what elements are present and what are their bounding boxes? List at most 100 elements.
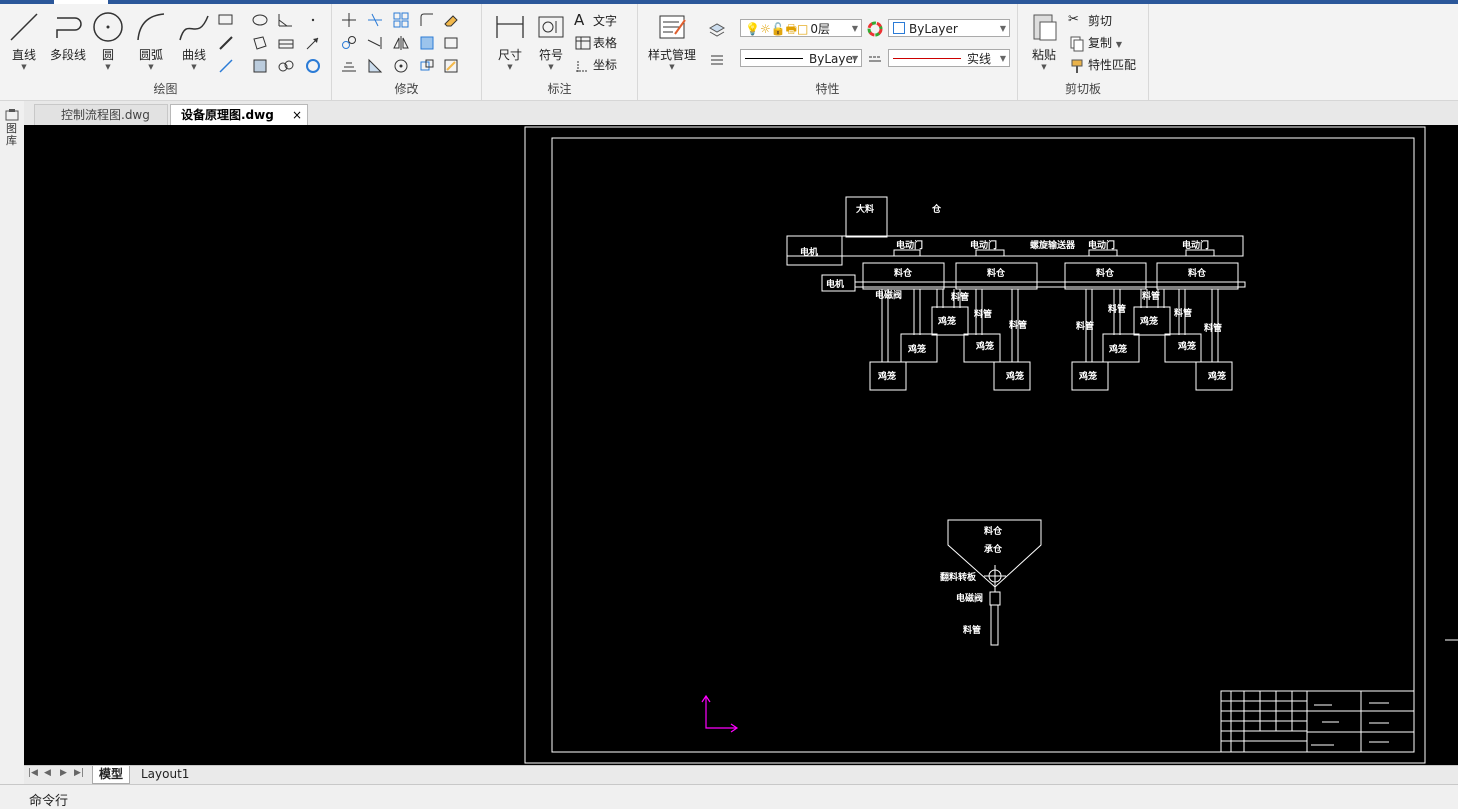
- layout-tabs: |◀ ◀ ▶ ▶| 模型 Layout1: [24, 765, 1458, 784]
- pipe4-label: 料管: [1076, 320, 1094, 332]
- motor1-label: 电机: [800, 246, 818, 258]
- red-line-sample-icon: [893, 58, 961, 59]
- array-icon[interactable]: [392, 11, 410, 29]
- rotate-icon[interactable]: [392, 57, 410, 75]
- color-dropdown[interactable]: ByLayer ▼: [888, 19, 1010, 37]
- pencil-icon[interactable]: [217, 34, 235, 52]
- lineweight-icon[interactable]: [708, 50, 726, 68]
- tab-control-flow[interactable]: 控制流程图.dwg: [34, 104, 168, 125]
- offset-icon[interactable]: [340, 57, 358, 75]
- command-line[interactable]: 命令行: [0, 784, 1458, 809]
- close-icon[interactable]: ×: [292, 105, 302, 126]
- valve1-label: 电动门: [896, 239, 923, 251]
- mirror-icon[interactable]: [392, 34, 410, 52]
- nest4-label: 鸡笼: [975, 340, 994, 352]
- polyline-button[interactable]: 多段线: [46, 10, 90, 63]
- chevron-down-icon: ▼: [148, 63, 154, 71]
- move-icon[interactable]: [340, 11, 358, 29]
- copy-button[interactable]: 复制 ▼: [1088, 34, 1122, 51]
- erase-icon[interactable]: [442, 11, 460, 29]
- ellipse-icon[interactable]: [251, 11, 269, 29]
- prev-tab-icon[interactable]: ◀: [44, 768, 51, 778]
- extend-icon[interactable]: [366, 34, 384, 52]
- top-block-label: 大料: [856, 203, 874, 215]
- drawing-frame: [551, 137, 1415, 753]
- coordinate-button[interactable]: 坐标: [593, 56, 617, 73]
- valve3-label: 电动门: [1088, 239, 1115, 251]
- table-icon[interactable]: [574, 34, 592, 52]
- chevron-down-icon: ▼: [851, 24, 858, 33]
- next-tab-icon[interactable]: ▶: [60, 768, 67, 778]
- detail-bin-label: 料仓: [984, 525, 1003, 537]
- line-sample-icon: [745, 58, 803, 59]
- chevron-down-icon: ▼: [1041, 63, 1047, 71]
- library-icon[interactable]: [5, 109, 19, 121]
- fillet-icon[interactable]: [418, 11, 436, 29]
- paste-icon: [1027, 10, 1061, 44]
- symbol-button[interactable]: 符号 ▼: [532, 10, 570, 71]
- draw-panel: 直线 ▼ 多段线 圆 ▼ 圆弧 ▼ 曲线 ▼ 绘图: [0, 4, 332, 100]
- angle-icon[interactable]: [277, 11, 295, 29]
- copy-clip-icon[interactable]: [1068, 34, 1086, 52]
- tab-equipment-schematic[interactable]: 设备原理图.dwg ×: [170, 104, 308, 125]
- rectangle-icon[interactable]: [217, 11, 235, 29]
- trim-icon[interactable]: [366, 11, 384, 29]
- wall-icon[interactable]: [277, 34, 295, 52]
- match-properties-button[interactable]: 特性匹配: [1088, 56, 1136, 73]
- arc-button[interactable]: 圆弧 ▼: [132, 10, 170, 71]
- lower-conveyor: [854, 281, 1246, 288]
- cloud-icon[interactable]: [277, 57, 295, 75]
- curve-button[interactable]: 曲线 ▼: [175, 10, 213, 71]
- detail-rotary-label: 翻料转板: [940, 571, 977, 583]
- ray-icon[interactable]: [217, 57, 235, 75]
- scale-icon[interactable]: [366, 57, 384, 75]
- edit-properties-icon[interactable]: [442, 57, 460, 75]
- hatch-icon[interactable]: [251, 57, 269, 75]
- line-button[interactable]: 直线 ▼: [6, 10, 42, 71]
- color-wheel-icon[interactable]: [866, 20, 884, 38]
- circle-icon: [91, 10, 125, 44]
- properties-panel: 样式管理 ▼ 💡☼🔓🖶□ 0层 ▼ ByLayer ▼ ByLayer ▼ 实线 ▼ 特性: [638, 4, 1018, 100]
- linetype-icon[interactable]: [866, 50, 884, 68]
- leader-icon[interactable]: [304, 34, 322, 52]
- layer-dropdown[interactable]: 💡☼🔓🖶□ 0层 ▼: [740, 19, 862, 37]
- circle-button[interactable]: 圆 ▼: [91, 10, 125, 71]
- cut-button[interactable]: 剪切: [1088, 12, 1112, 29]
- solenoid-label: 电磁阀: [875, 289, 902, 301]
- point-icon[interactable]: [304, 11, 322, 29]
- paste-button[interactable]: 粘贴 ▼: [1026, 10, 1062, 71]
- explode-icon[interactable]: [418, 34, 436, 52]
- pipe3-label: 料管: [1009, 319, 1027, 331]
- region-icon[interactable]: [251, 34, 269, 52]
- tab-layout1[interactable]: Layout1: [135, 766, 195, 783]
- donut-icon[interactable]: [304, 57, 322, 75]
- dimension-icon: [493, 10, 527, 44]
- layer-manager-icon[interactable]: [708, 20, 726, 38]
- curve-icon: [177, 10, 211, 44]
- last-tab-icon[interactable]: ▶|: [74, 768, 84, 778]
- detail-pipe-label: 料管: [963, 624, 981, 636]
- library-label[interactable]: 图库: [6, 123, 18, 147]
- stretch-icon[interactable]: [442, 34, 460, 52]
- scissors-icon[interactable]: ✂: [1068, 11, 1086, 29]
- coordinate-icon[interactable]: [574, 57, 592, 75]
- style-manager-button[interactable]: 样式管理 ▼: [644, 10, 700, 71]
- match-properties-icon[interactable]: [1068, 57, 1086, 75]
- dimension-button[interactable]: 尺寸 ▼: [490, 10, 530, 71]
- first-tab-icon[interactable]: |◀: [28, 768, 38, 778]
- annotate-panel: 尺寸 ▼ 符号 ▼ A 文字 表格 坐标 标注: [482, 4, 638, 100]
- bin3-label: 料仓: [1096, 267, 1115, 279]
- linetype-dropdown[interactable]: 实线 ▼: [888, 49, 1010, 67]
- break-icon[interactable]: [418, 57, 436, 75]
- style-manager-icon: [655, 10, 689, 44]
- text-button[interactable]: 文字: [593, 12, 617, 29]
- text-icon[interactable]: A: [574, 11, 592, 29]
- chevron-down-icon: ▼: [999, 24, 1006, 33]
- nest10-label: 鸡笼: [1207, 370, 1226, 382]
- drawing-canvas[interactable]: 大料 仓 电机 电机 电动门 电动门 螺旋输送器 电动门 电动门 料仓 料仓 料…: [24, 125, 1458, 765]
- lineweight-dropdown[interactable]: ByLayer ▼: [740, 49, 862, 67]
- copy-icon[interactable]: [340, 34, 358, 52]
- tab-model[interactable]: 模型: [92, 766, 131, 784]
- pipe6-label: 料管: [1142, 290, 1160, 302]
- table-button[interactable]: 表格: [593, 34, 617, 51]
